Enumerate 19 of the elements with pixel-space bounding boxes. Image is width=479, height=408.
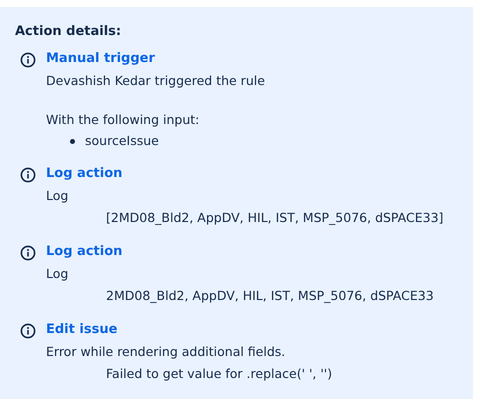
bullet-icon — [70, 138, 75, 144]
info-icon — [20, 52, 36, 68]
detail-text: Log — [46, 265, 70, 283]
detail-text: Failed to get value for .replace(' ', '') — [105, 365, 332, 383]
action-title[interactable]: Edit issue — [46, 319, 332, 341]
detail-text: Devashish Kedar triggered the rule — [46, 72, 265, 90]
detail-text: Log — [46, 187, 70, 205]
detail-text: [2MD08_Bld2, AppDV, HIL, IST, MSP_5076, dSPACE33] — [105, 209, 444, 227]
detail-text: Error while rendering additional fields. — [46, 343, 286, 361]
info-icon — [20, 323, 36, 339]
action-title[interactable]: Log action — [46, 163, 444, 185]
detail-text: 2MD08_Bld2, AppDV, HIL, IST, MSP_5076, dSPACE33 — [105, 287, 434, 305]
detail-text: With the following input: — [46, 111, 200, 129]
info-icon — [20, 245, 36, 261]
action-title[interactable]: Manual trigger — [46, 48, 265, 70]
info-icon — [20, 167, 36, 183]
list-item: sourceIssue — [85, 132, 159, 150]
panel-heading: Action details: — [15, 24, 122, 39]
action-title[interactable]: Log action — [46, 241, 434, 263]
